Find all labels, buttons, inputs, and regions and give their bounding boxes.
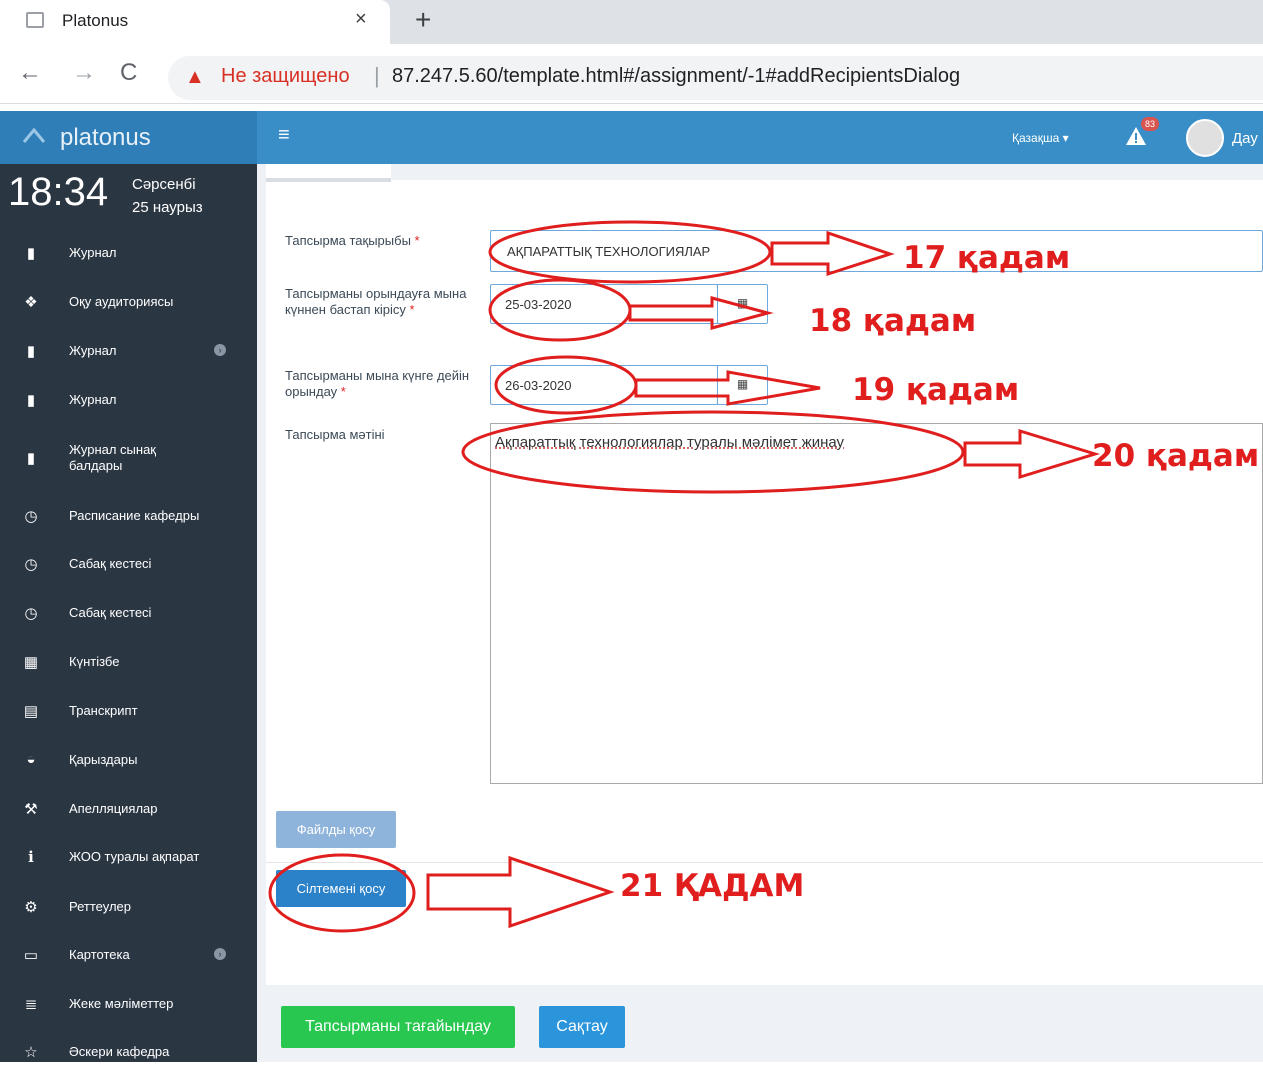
end-date-label: Тапсырманы мына күнге дейін орындау * xyxy=(285,368,470,399)
sidebar-item-label: Журнал xyxy=(69,343,117,358)
browser-tabbar: Platonus × + xyxy=(0,0,1263,44)
sidebar-item-journal-2[interactable]: ▮ Журнал › xyxy=(0,342,257,386)
sidebar-item-label: Сабақ кестесі xyxy=(69,556,152,571)
chevron-right-icon: › xyxy=(214,948,226,960)
sidebar-item-label: Реттеулер xyxy=(69,899,132,914)
sidebar-item-label: Оқу аудиториясы xyxy=(69,294,174,309)
sidebar-item-label: ЖОО туралы ақпарат xyxy=(69,849,200,864)
sidebar-item-label: Апелляциялар xyxy=(69,801,158,816)
annotation-step-17: 17 қадам xyxy=(903,240,1071,276)
book-icon: ▮ xyxy=(26,245,36,262)
url-separator: | xyxy=(374,63,380,88)
sidebar-item-transcript[interactable]: ▤ Транскрипт xyxy=(0,702,257,746)
star-icon: ☆ xyxy=(24,1044,38,1061)
sidebar-item-settings[interactable]: ⚙ Реттеулер xyxy=(0,898,257,942)
back-button[interactable]: ← xyxy=(18,59,42,87)
sidebar-item-department-schedule[interactable]: ◷ Расписание кафедры xyxy=(0,507,257,551)
reload-button[interactable]: C xyxy=(120,59,137,87)
sidebar-item-card-index[interactable]: ▭ Картотека › xyxy=(0,946,257,990)
clock-time: 18:34 xyxy=(8,170,109,214)
start-date-label: Тапсырманы орындауға мына күннен бастап … xyxy=(285,286,467,317)
text-label: Тапсырма мәтіні xyxy=(285,427,385,442)
language-dropdown[interactable]: Қазақша ▾ xyxy=(1012,131,1069,145)
new-tab-button[interactable]: + xyxy=(415,4,431,36)
sidebar-item-appeals[interactable]: ⚒ Апелляциялар xyxy=(0,800,257,844)
sidebar-item-exam-grades[interactable]: ▮ Журнал сынақ балдары xyxy=(0,441,257,485)
tab-title: Platonus xyxy=(62,11,129,30)
url-text[interactable]: 87.247.5.60/template.html#/assignment/-1… xyxy=(392,65,960,88)
logo-icon xyxy=(22,127,46,143)
sidebar-item-label: Расписание кафедры xyxy=(69,508,200,523)
inbox-icon: ◒ xyxy=(26,751,36,768)
notification-badge: 83 xyxy=(1141,117,1159,131)
calendar-icon[interactable]: ▦ xyxy=(717,284,768,324)
sidebar-item-label: Журнал xyxy=(69,245,117,260)
save-button[interactable]: Сақтау xyxy=(539,1006,625,1048)
add-link-button[interactable]: Сілтемені қосу xyxy=(276,870,406,907)
forward-button[interactable]: → xyxy=(72,59,96,87)
sidebar-item-label: Журнал xyxy=(69,392,117,407)
sidebar-item-debts[interactable]: ◒ Қарыздары xyxy=(0,751,257,795)
end-date-input[interactable]: 26-03-2020 xyxy=(490,365,718,405)
clock-icon: ◷ xyxy=(24,605,38,622)
sidebar-item-label: Сабақ кестесі xyxy=(69,605,152,620)
subject-label: Тапсырма тақырыбы * xyxy=(285,233,420,248)
assignment-text-area[interactable]: Ақпараттық технологиялар туралы мәлімет … xyxy=(490,423,1263,784)
sidebar-item-label: Әскери кафедра xyxy=(69,1044,170,1059)
sidebar-item-label: Қарыздары xyxy=(69,752,138,767)
subject-input[interactable]: АҚПАРАТТЫҚ ТЕХНОЛОГИЯЛАР xyxy=(490,230,1263,272)
start-date-input[interactable]: 25-03-2020 xyxy=(490,284,718,324)
clock-icon: ◷ xyxy=(24,556,38,573)
annotation-step-19: 19 қадам xyxy=(852,372,1020,408)
sidebar-item-journal-1[interactable]: ▮ Журнал xyxy=(0,244,257,288)
institution-icon xyxy=(26,12,44,28)
sidebar-item-label: Журнал сынақ балдары xyxy=(69,442,156,473)
divider xyxy=(266,862,1263,863)
annotation-step-20: 20 қадам xyxy=(1092,438,1260,474)
list-icon: ≣ xyxy=(24,996,38,1013)
sidebar-item-university-info[interactable]: i ЖОО туралы ақпарат xyxy=(0,848,257,892)
sidebar-item-label: Күнтізбе xyxy=(69,654,120,669)
gavel-icon: ⚒ xyxy=(24,801,38,818)
assign-task-button[interactable]: Тапсырманы тағайындау xyxy=(281,1006,515,1048)
sidebar-item-journal-3[interactable]: ▮ Журнал xyxy=(0,391,257,435)
book-icon: ▮ xyxy=(26,343,36,360)
clock-day: Сәрсенбі xyxy=(132,176,196,193)
browser-tab[interactable]: Platonus × xyxy=(0,0,390,44)
sidebar-item-timetable-2[interactable]: ◷ Сабақ кестесі xyxy=(0,604,257,648)
add-file-button[interactable]: Файлды қосу xyxy=(276,811,396,848)
close-icon[interactable]: × xyxy=(355,8,367,31)
calendar-icon: ▦ xyxy=(23,654,39,671)
avatar[interactable] xyxy=(1186,119,1224,157)
sidebar-item-label: Картотека xyxy=(69,947,130,962)
sidebar-item-label: Жеке мәліметтер xyxy=(69,996,174,1011)
warning-icon[interactable]: ▲ xyxy=(185,66,205,89)
sidebar-item-timetable-1[interactable]: ◷ Сабақ кестесі xyxy=(0,555,257,599)
folder-open-icon: ▭ xyxy=(23,947,39,964)
logo-text[interactable]: platonus xyxy=(60,124,151,152)
calendar-icon[interactable]: ▦ xyxy=(717,365,768,405)
panel-tab-strip xyxy=(266,164,391,182)
sidebar-item-military-dept[interactable]: ☆ Әскери кафедра xyxy=(0,1043,257,1087)
cubes-icon: ❖ xyxy=(24,294,38,311)
menu-icon[interactable]: ≡ xyxy=(278,124,290,147)
table-icon: ▤ xyxy=(23,703,39,720)
annotation-step-18: 18 қадам xyxy=(809,303,977,339)
sidebar-item-personal-data[interactable]: ≣ Жеке мәліметтер xyxy=(0,995,257,1039)
book-icon: ▮ xyxy=(26,450,36,467)
clock-date: 25 наурыз xyxy=(132,199,203,216)
clock-icon: ◷ xyxy=(24,508,38,525)
book-icon: ▮ xyxy=(26,392,36,409)
chevron-right-icon: › xyxy=(214,344,226,356)
security-warning[interactable]: Не защищено xyxy=(221,65,350,88)
sidebar-item-label: Транскрипт xyxy=(69,703,138,718)
sidebar-item-calendar[interactable]: ▦ Күнтізбе xyxy=(0,653,257,697)
sidebar-item-classroom[interactable]: ❖ Оқу аудиториясы xyxy=(0,293,257,337)
info-icon: i xyxy=(28,848,34,866)
gears-icon: ⚙ xyxy=(24,899,38,916)
user-name[interactable]: Дау xyxy=(1232,130,1258,147)
annotation-step-21: 21 ҚАДАМ xyxy=(620,868,805,904)
